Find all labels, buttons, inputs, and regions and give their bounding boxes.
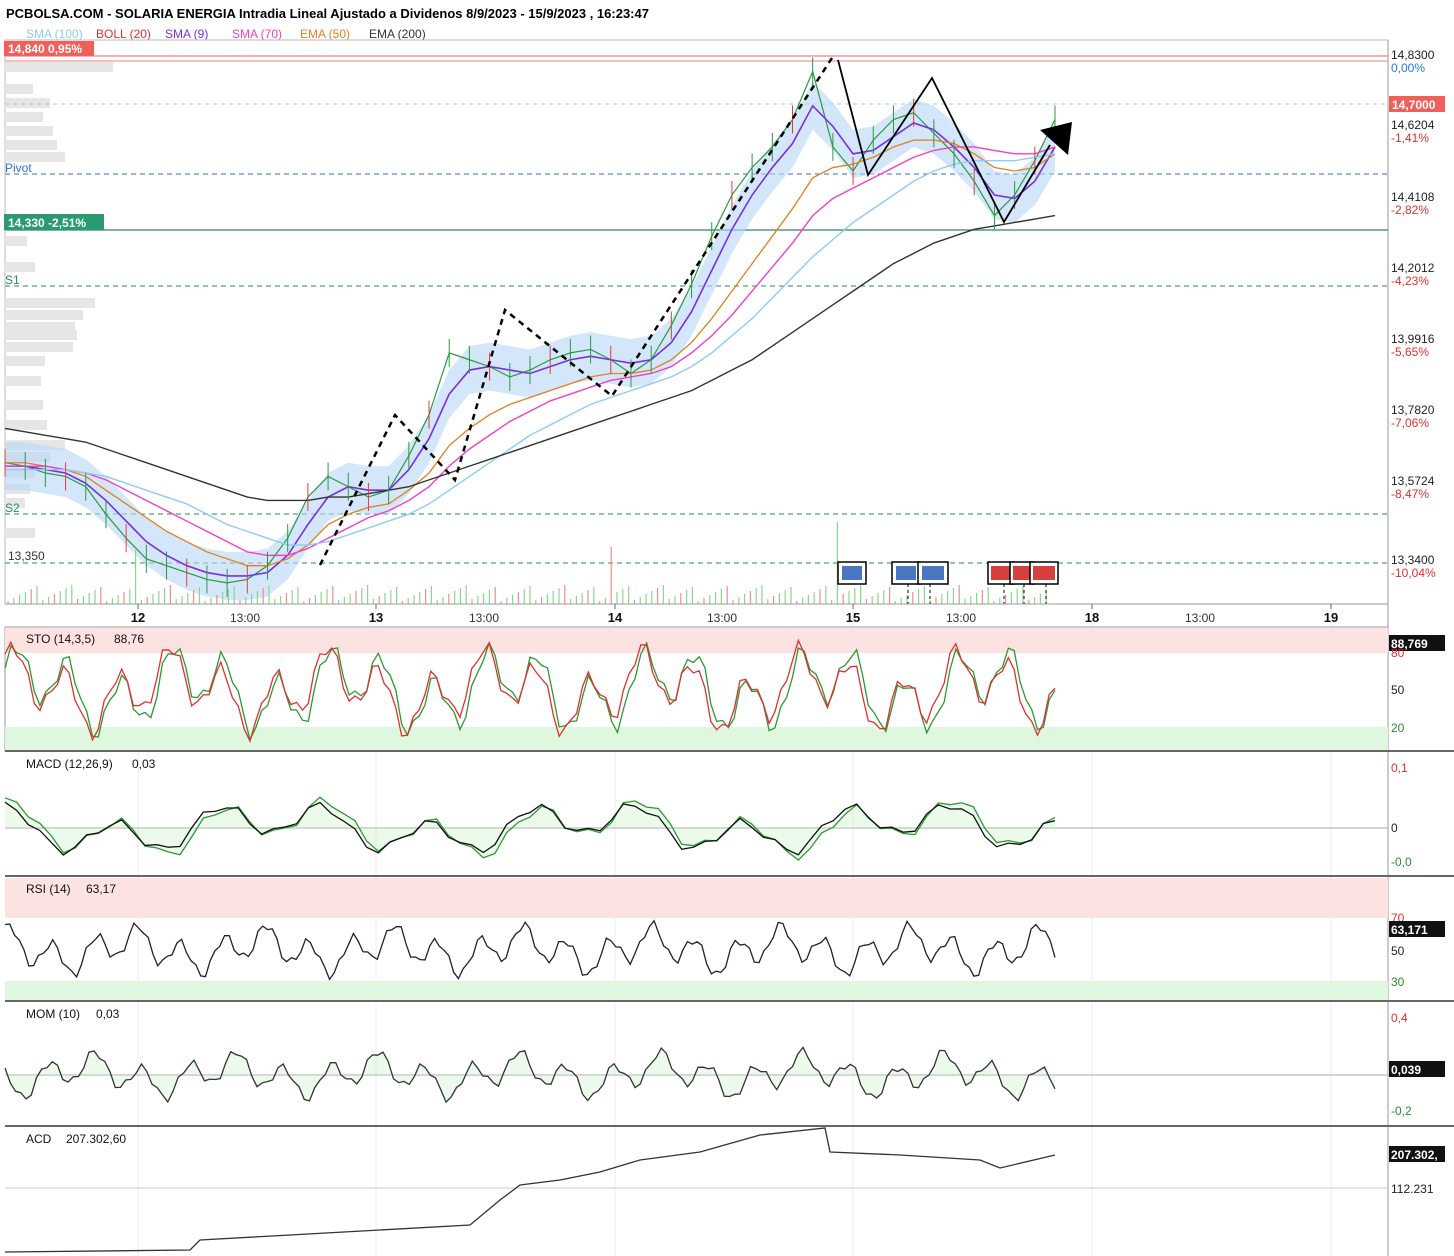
series-sma-9- xyxy=(5,104,1056,577)
mom-badge: 0,039 xyxy=(1391,1063,1421,1077)
date-label: 12 xyxy=(131,610,145,625)
sto-value: 88,76 xyxy=(114,632,144,646)
sto-tick-20: 20 xyxy=(1391,721,1405,735)
acd-label: ACD xyxy=(26,1132,52,1146)
time-label: 13:00 xyxy=(946,611,976,625)
pct-tick-label: -7,06% xyxy=(1391,416,1429,430)
last-price-badge: 14,7000 xyxy=(1392,98,1436,112)
chart-canvas: PCBOLSA.COM - SOLARIA ENERGIA Intradia L… xyxy=(4,6,1454,1256)
sto-tick-50: 50 xyxy=(1391,683,1405,697)
bollinger-band xyxy=(5,81,1055,600)
low-label: 13,350 xyxy=(8,549,45,563)
time-label: 13:00 xyxy=(1185,611,1215,625)
rsi-value: 63,17 xyxy=(86,882,116,896)
macd-tick-zero: 0 xyxy=(1391,821,1398,835)
acd-panel: ACD 207.302,60 207.302, 112.231 xyxy=(4,1127,1445,1253)
macd-tick-top: 0,1 xyxy=(1391,761,1408,775)
acd-value: 207.302,60 xyxy=(66,1132,126,1146)
date-label: 14 xyxy=(608,610,623,625)
pct-tick-label: -4,23% xyxy=(1391,274,1429,288)
acd-badge: 207.302, xyxy=(1391,1148,1438,1162)
macd-panel: MACD (12,26,9) 0,03 0,1 0 -0,0 xyxy=(4,757,1454,877)
acd-tick: 112.231 xyxy=(1391,1182,1434,1196)
time-label: 13:00 xyxy=(230,611,260,625)
date-label: 19 xyxy=(1324,610,1338,625)
time-label: 13:00 xyxy=(707,611,737,625)
pct-tick-label: -2,82% xyxy=(1391,203,1429,217)
price-tick-label: 14,6204 xyxy=(1391,118,1435,132)
price-tick-label: 13,7820 xyxy=(1391,403,1435,417)
legend-item-1: BOLL (20) xyxy=(96,27,151,41)
macd-value: 0,03 xyxy=(132,757,156,771)
rsi-tick-30: 30 xyxy=(1391,975,1405,989)
current-badge: 14,330 -2,51% xyxy=(8,216,86,230)
pct-tick-label: -8,47% xyxy=(1391,487,1429,501)
wave-line xyxy=(4,919,1056,981)
pct-tick-label: -10,04% xyxy=(1391,566,1436,580)
mom-panel: MOM (10) 0,03 0,4 0,039 -0,2 xyxy=(4,1007,1454,1127)
pct-tick-label: -5,65% xyxy=(1391,345,1429,359)
mom-tick-top: 0,4 xyxy=(1391,1011,1408,1025)
date-label: 13 xyxy=(369,610,383,625)
legend-item-3: SMA (70) xyxy=(232,27,282,41)
pct-tick-label: 0,00% xyxy=(1391,61,1425,75)
acd-series-line xyxy=(4,1127,1056,1253)
legend-item-5: EMA (200) xyxy=(369,27,426,41)
rsi-tick-50: 50 xyxy=(1391,944,1405,958)
s1-label: S1 xyxy=(5,273,20,287)
date-label: 15 xyxy=(846,610,860,625)
mom-tick-bottom: -0,2 xyxy=(1391,1104,1412,1118)
legend-item-0: SMA (100) xyxy=(26,27,83,41)
price-tick-label: 13,9916 xyxy=(1391,332,1435,346)
legend-item-4: EMA (50) xyxy=(300,27,350,41)
price-tick-label: 14,2012 xyxy=(1391,261,1435,275)
rsi-badge: 63,171 xyxy=(1391,923,1428,937)
pct-tick-label: -1,41% xyxy=(1391,131,1429,145)
date-label: 18 xyxy=(1085,610,1099,625)
bollinger-fill xyxy=(5,81,1055,600)
mom-label: MOM (10) xyxy=(26,1007,80,1021)
macd-label: MACD (12,26,9) xyxy=(26,757,113,771)
mom-value: 0,03 xyxy=(96,1007,120,1021)
price-axis: 14,83000,00% 14,6204-1,41% 14,4108-2,82% 14… xyxy=(1391,48,1436,580)
price-tick-label: 13,5724 xyxy=(1391,474,1435,488)
price-tick-label: 13,3400 xyxy=(1391,553,1435,567)
legend-item-2: SMA (9) xyxy=(165,27,208,41)
pivot-label: Pivot xyxy=(5,161,32,175)
rsi-panel: RSI (14) 63,17 70 63,171 50 30 xyxy=(4,878,1454,1002)
sto-panel: STO (14,3,5) 88,76 88,769 80 50 20 xyxy=(4,626,1454,752)
macd-tick-bottom: -0,0 xyxy=(1391,855,1412,869)
price-tick-label: 14,4108 xyxy=(1391,190,1435,204)
sto-label: STO (14,3,5) xyxy=(26,632,95,646)
sto-tick-80: 80 xyxy=(1391,646,1405,660)
time-label: 13:00 xyxy=(469,611,499,625)
s2-label: S2 xyxy=(5,501,20,515)
rsi-label: RSI (14) xyxy=(26,882,71,896)
price-tick-label: 14,8300 xyxy=(1391,48,1435,62)
top-badge: 14,840 0,95% xyxy=(8,42,82,56)
chart-title: PCBOLSA.COM - SOLARIA ENERGIA Intradia L… xyxy=(6,6,649,21)
indicator-legend: SMA (100) BOLL (20) SMA (9) SMA (70) EMA (50… xyxy=(26,27,426,41)
